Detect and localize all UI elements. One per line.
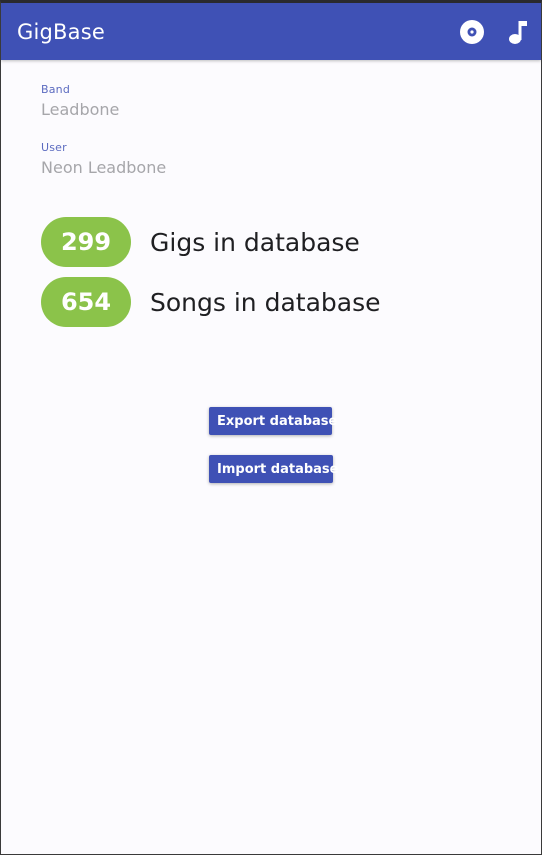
band-value[interactable]: Leadbone (41, 99, 501, 121)
music-note-button[interactable] (503, 17, 533, 47)
music-note-icon (509, 21, 527, 44)
band-field[interactable]: Band Leadbone (41, 83, 501, 121)
user-value[interactable]: Neon Leadbone (41, 157, 501, 179)
app-title: GigBase (17, 20, 105, 44)
user-field[interactable]: User Neon Leadbone (41, 141, 501, 179)
band-label: Band (41, 83, 71, 96)
disc-icon (460, 20, 484, 44)
user-label: User (41, 141, 67, 154)
gigs-count-badge: 299 (41, 217, 131, 267)
app-screen: GigBase Band Leadbone User Neon Leadbone… (0, 0, 542, 855)
songs-stat-label: Songs in database (150, 287, 381, 317)
disc-button[interactable] (457, 17, 487, 47)
export-database-button[interactable]: Export database (209, 407, 337, 435)
gigs-stat-label: Gigs in database (150, 227, 360, 257)
import-database-button[interactable]: Import database (209, 455, 338, 483)
gigs-stat-row: 299 Gigs in database (41, 216, 360, 268)
app-bar: GigBase (1, 3, 541, 60)
songs-stat-row: 654 Songs in database (41, 276, 381, 328)
songs-count-badge: 654 (41, 277, 131, 327)
